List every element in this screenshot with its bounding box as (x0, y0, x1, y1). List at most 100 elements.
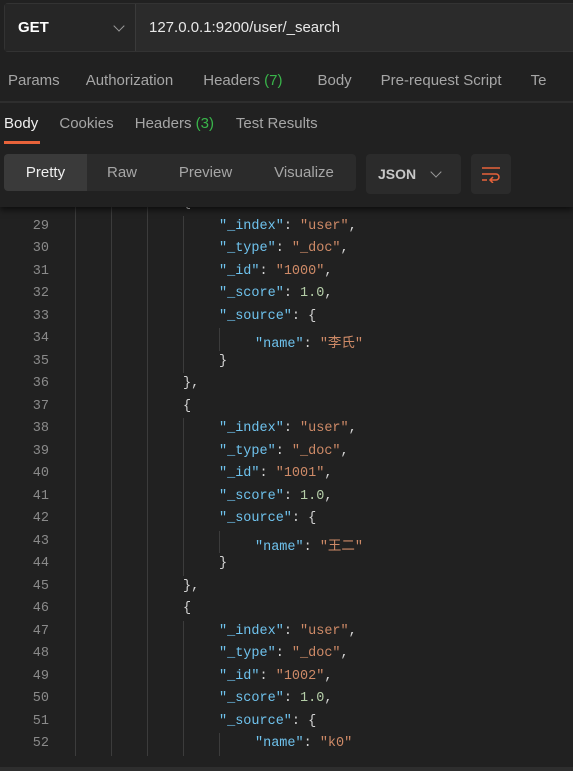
tab-tests[interactable]: Te (531, 72, 547, 89)
view-preview[interactable]: Preview (157, 154, 254, 191)
line-number: 32 (32, 286, 49, 301)
tab-authorization[interactable]: Authorization (86, 72, 174, 89)
indent-guide (111, 598, 112, 621)
tab-params[interactable]: Params (8, 72, 60, 89)
indent-guide (147, 215, 148, 238)
indent-guide (183, 418, 184, 441)
code-text: "_index": "user", (219, 624, 357, 639)
code-text: "_type": "_doc", (219, 241, 349, 256)
tab-test-results[interactable]: Test Results (236, 115, 318, 132)
line-number: 45 (32, 578, 49, 594)
code-text: "_type": "_doc", (219, 646, 349, 661)
indent-guide (147, 395, 148, 418)
wrap-lines-button[interactable] (471, 154, 511, 194)
code-text: { (183, 601, 191, 616)
code-token: } (219, 556, 228, 571)
indent-guide (147, 305, 148, 328)
line-number: 38 (32, 421, 49, 436)
indent-guide (147, 530, 148, 553)
code-token: "_index" (219, 623, 284, 639)
code-token: : (283, 488, 301, 504)
indent-guide (111, 215, 112, 238)
url-input[interactable]: 127.0.0.1:9200/user/_search (136, 4, 340, 51)
code-line: 32 "_score": 1.0, (0, 283, 573, 306)
tab-body[interactable]: Body (317, 72, 351, 89)
code-token: "_type" (219, 241, 276, 256)
headers-count: (3) (195, 115, 214, 132)
view-mode-selector: Pretty Raw Preview Visualize (4, 154, 356, 191)
line-number: 31 (32, 263, 49, 279)
line-number: 43 (32, 533, 49, 549)
code-text: "_score": 1.0, (219, 286, 332, 301)
tab-response-headers[interactable]: Headers (3) (135, 115, 214, 132)
code-token: "user" (300, 218, 349, 234)
indent-guide (111, 463, 112, 486)
code-token: : { (291, 308, 317, 324)
code-line: 34 "name": "李氏" (0, 328, 573, 352)
view-pretty[interactable]: Pretty (4, 154, 87, 191)
indent-guide (75, 575, 76, 598)
tab-response-body[interactable]: Body (4, 115, 38, 132)
indent-guide (75, 598, 76, 621)
view-raw[interactable]: Raw (87, 154, 157, 191)
code-token: "_score" (219, 488, 284, 504)
code-token: "_index" (219, 421, 284, 436)
method-select[interactable]: GET (5, 4, 136, 51)
indent-guide (75, 350, 76, 373)
code-token: , (324, 263, 333, 279)
indent-guide (183, 305, 184, 328)
code-token: , (340, 241, 349, 256)
tab-label: Headers (134, 115, 192, 132)
code-token: : (259, 263, 276, 279)
indent-guide (111, 733, 112, 756)
code-text: "_score": 1.0, (219, 489, 332, 504)
code-line: 51 "_source": { (0, 710, 573, 733)
indent-guide (111, 305, 112, 328)
indent-guide (147, 553, 148, 576)
code-token: , (324, 668, 333, 684)
code-token: : { (291, 713, 317, 729)
code-line: 43 "name": "王二" (0, 530, 573, 555)
response-body-editor[interactable]: 28{29"_index": "user",30"_type": "_doc",… (0, 193, 573, 767)
code-text: } (219, 556, 227, 571)
indent-guide (111, 485, 112, 508)
code-line: 39 "_type": "_doc", (0, 440, 573, 463)
indent-guide (75, 688, 76, 711)
tab-headers[interactable]: Headers (7) (203, 72, 282, 89)
indent-guide (183, 260, 184, 283)
line-number: 36 (32, 376, 49, 391)
code-token: "_score" (219, 286, 284, 301)
indent-guide (147, 485, 148, 508)
format-select[interactable]: JSON (366, 154, 461, 194)
code-token: , (348, 218, 357, 234)
indent-guide (183, 688, 184, 711)
code-token: "_id" (219, 668, 260, 684)
view-visualize[interactable]: Visualize (254, 154, 354, 191)
code-token: , (340, 646, 349, 661)
indent-guide (183, 665, 184, 688)
code-token: , (340, 443, 349, 459)
code-line: 30 "_type": "_doc", (0, 238, 573, 261)
line-number: 33 (32, 308, 49, 324)
code-token: "1002" (275, 668, 325, 684)
line-number: 52 (32, 736, 49, 751)
indent-guide (219, 733, 220, 756)
code-line: 33 "_source": { (0, 305, 573, 328)
indent-guide (183, 710, 184, 733)
chevron-down-icon (113, 19, 125, 32)
code-token: "name" (255, 736, 304, 751)
indent-guide (147, 350, 148, 373)
code-text: "_source": { (219, 309, 316, 324)
indent-guide (147, 418, 148, 441)
code-token: }, (183, 578, 200, 594)
indent-guide (75, 305, 76, 328)
indent-guide (147, 283, 148, 306)
indent-guide (183, 283, 184, 306)
indent-guide (75, 710, 76, 733)
tab-pre-request-script[interactable]: Pre-request Script (381, 72, 502, 89)
indent-guide (75, 328, 76, 351)
tab-cookies[interactable]: Cookies (59, 115, 113, 132)
indent-guide (147, 643, 148, 666)
code-line: 48 "_type": "_doc", (0, 643, 573, 666)
code-token: "1000" (275, 263, 325, 279)
